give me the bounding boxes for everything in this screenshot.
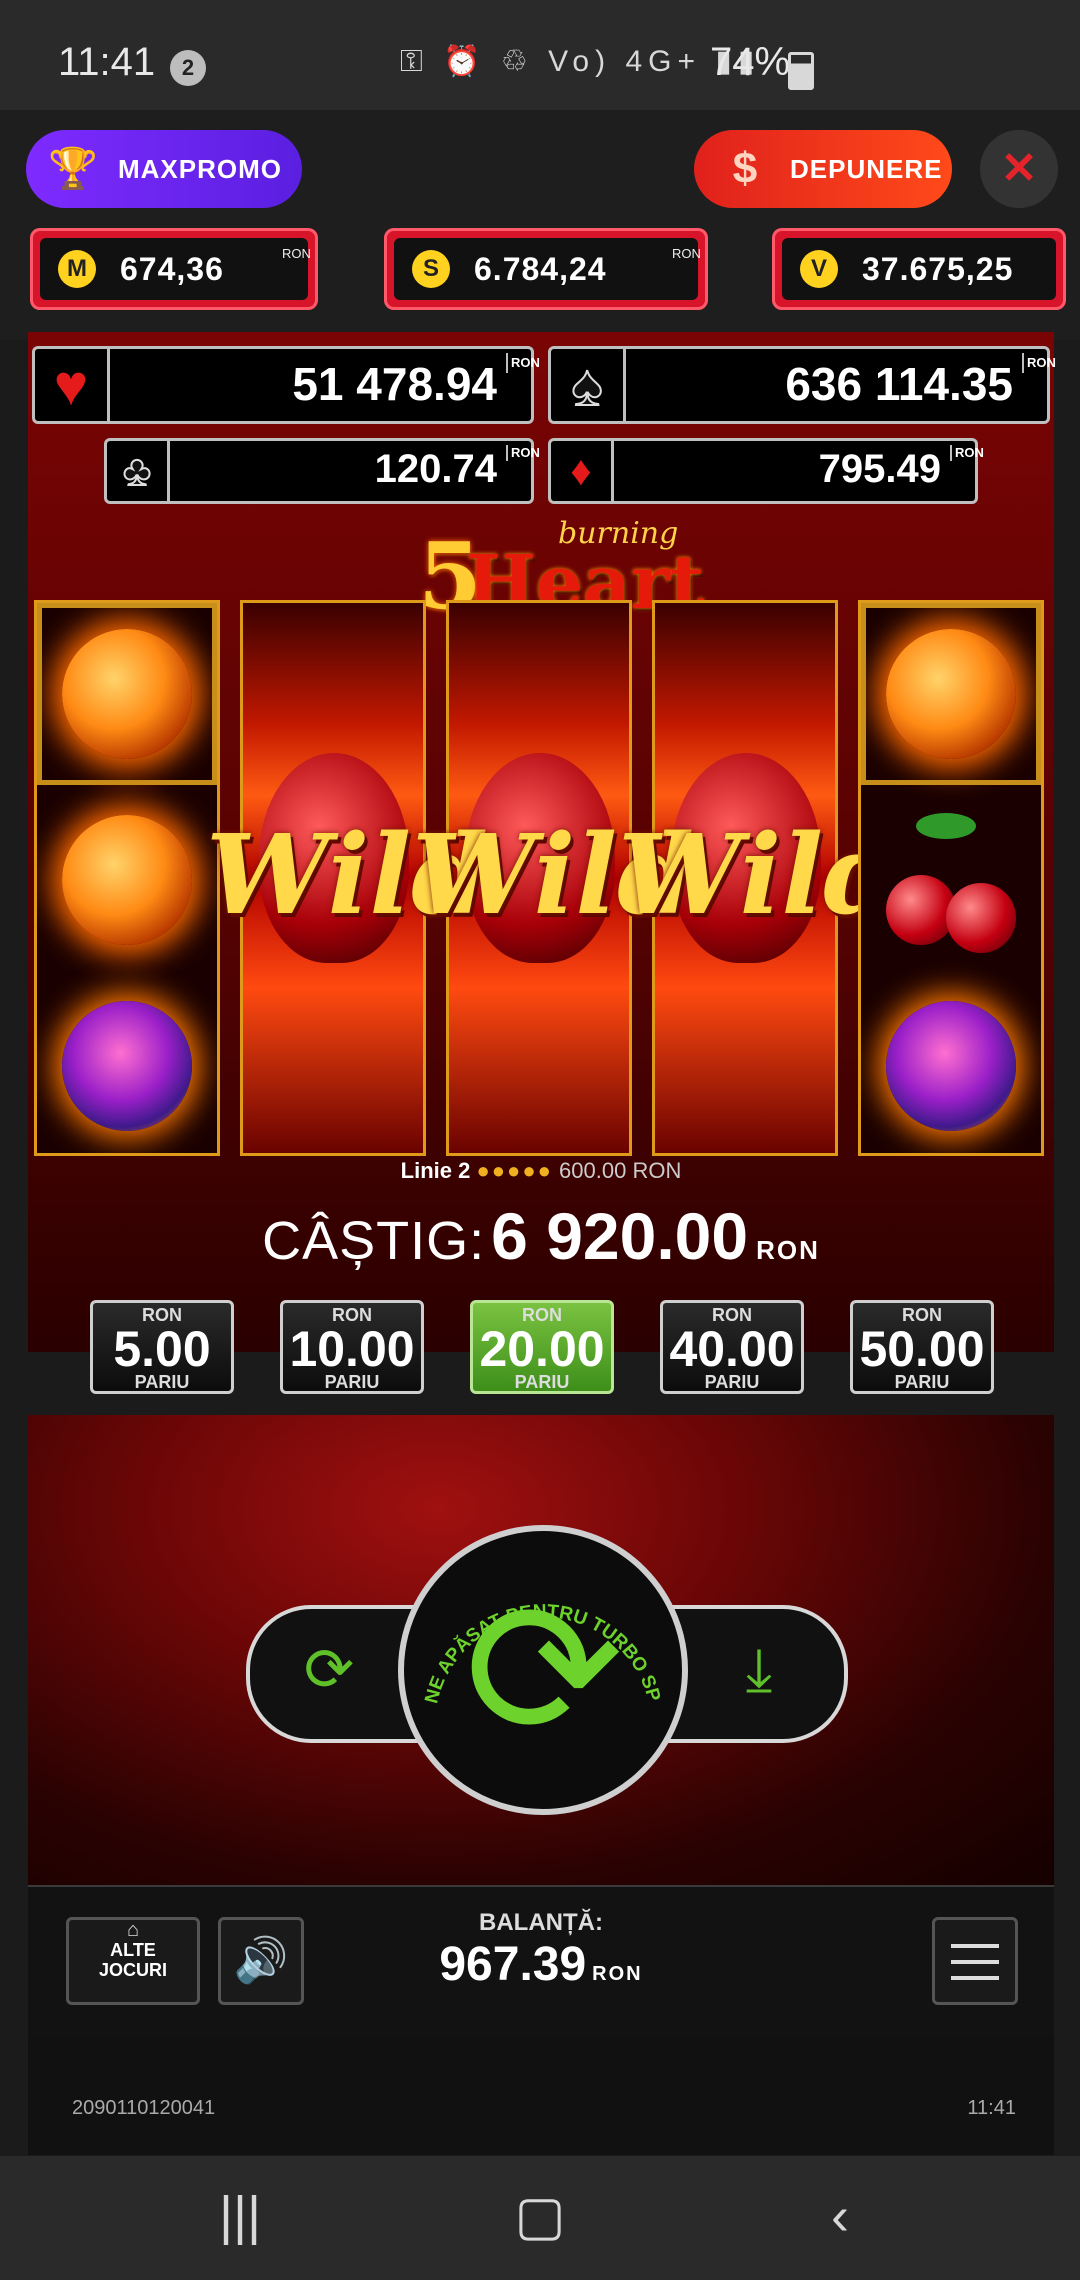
jackpot-spade-currency: RON bbox=[1022, 353, 1056, 373]
turbo-spin-hint-text: ȚINE APĂSAT PENTRU TURBO SPIN bbox=[398, 1525, 664, 1706]
jackpot-heart-currency: RON bbox=[506, 353, 540, 373]
jackpot-m-currency: RON bbox=[282, 246, 311, 261]
jackpot-diamond: ♦ 795.49 RON bbox=[548, 438, 984, 504]
jackpot-spade-value: 636 114.35 bbox=[785, 358, 1013, 410]
symbol-grapes bbox=[861, 975, 1041, 1153]
site-top-bar: 🏆 MAXPROMO $ DEPUNERE ✕ M 674,36 RON S 6… bbox=[0, 110, 1080, 340]
bet-amount: 10.00 bbox=[289, 1321, 415, 1377]
jackpot-m[interactable]: M 674,36 RON bbox=[30, 228, 318, 310]
win-line-amount: 600.00 bbox=[559, 1158, 627, 1183]
win-line-info: Linie 2 ●●●●● 600.00 RON bbox=[28, 1158, 1054, 1184]
jackpot-s[interactable]: S 6.784,24 RON bbox=[384, 228, 708, 310]
coin-s-icon: S bbox=[412, 250, 450, 288]
notification-count-badge: 2 bbox=[170, 50, 206, 86]
jackpot-club-currency: RON bbox=[506, 445, 540, 461]
jackpot-v-value: 37.675,25 bbox=[862, 250, 1014, 287]
bottom-bar: ⌂ ALTE JOCURI 🔊 BALANȚĂ: 967.39 RON bbox=[28, 1885, 1054, 2039]
jackpot-m-value: 674,36 bbox=[120, 250, 224, 287]
win-currency: RON bbox=[756, 1235, 820, 1265]
spade-icon: ♠ bbox=[551, 349, 626, 421]
jackpot-heart: ♥ 51 478.94 RON bbox=[32, 346, 540, 424]
bet-5-button[interactable]: RON 5.00 PARIU bbox=[90, 1300, 234, 1394]
bet-20-button[interactable]: RON 20.00 PARIU bbox=[470, 1300, 614, 1394]
win-line-currency: RON bbox=[632, 1158, 682, 1183]
session-id: 2090110120041 bbox=[72, 2097, 216, 2119]
symbol-cherry bbox=[861, 789, 1041, 971]
heart-icon: ♥ bbox=[35, 349, 110, 421]
spin-controls: ⟳ ⤓ ⟳ ȚINE APĂSAT PENTRU TURBO SPIN bbox=[28, 1415, 1054, 1885]
menu-icon[interactable] bbox=[932, 1917, 1018, 2005]
trophy-icon: 🏆 bbox=[48, 147, 98, 191]
bet-amount: 20.00 bbox=[479, 1321, 605, 1377]
balance-currency: RON bbox=[592, 1963, 643, 1985]
balance-value: 967.39 bbox=[439, 1938, 587, 1991]
recent-apps-icon[interactable]: ||| bbox=[190, 2186, 290, 2246]
balance: BALANȚĂ: 967.39 RON bbox=[28, 1909, 1054, 1992]
bet-40-button[interactable]: RON 40.00 PARIU bbox=[660, 1300, 804, 1394]
bet-selector: RON 5.00 PARIU RON 10.00 PARIU RON 20.00… bbox=[28, 1300, 1054, 1396]
club-icon: ♣ bbox=[107, 441, 170, 501]
jackpot-club-value: 120.74 bbox=[374, 447, 497, 491]
slot-game: ♥ 51 478.94 RON ♠ 636 114.35 RON ♣ 120.7… bbox=[28, 332, 1056, 1394]
deposit-label: DEPUNERE bbox=[790, 153, 943, 184]
status-icons: ⚿ ⏰ ♲ Vo) 4G+ ▮▮ bbox=[400, 45, 761, 78]
jackpot-club: ♣ 120.74 RON bbox=[104, 438, 540, 504]
win-label: CÂȘTIG: bbox=[262, 1211, 486, 1271]
coin-m-icon: M bbox=[58, 250, 96, 288]
bet-50-button[interactable]: RON 50.00 PARIU bbox=[850, 1300, 994, 1394]
bet-amount: 5.00 bbox=[113, 1321, 211, 1377]
jackpot-s-currency: RON bbox=[672, 246, 701, 261]
jackpot-s-value: 6.784,24 bbox=[474, 250, 607, 287]
home-icon[interactable]: ▢ bbox=[490, 2186, 590, 2246]
dollar-icon: $ bbox=[732, 144, 758, 193]
turbo-spin-hint: ȚINE APĂSAT PENTRU TURBO SPIN bbox=[398, 1525, 664, 1706]
jackpot-spade: ♠ 636 114.35 RON bbox=[548, 346, 1056, 424]
battery-percent: 74% bbox=[710, 40, 791, 84]
coin-v-icon: V bbox=[800, 250, 838, 288]
win-display: CÂȘTIG:6 920.00 RON bbox=[28, 1198, 1054, 1274]
footer-time: 11:41 bbox=[967, 2097, 1016, 2119]
reel-5 bbox=[858, 600, 1044, 1156]
download-icon[interactable]: ⤓ bbox=[714, 1625, 804, 1715]
maxpromo-label: MAXPROMO bbox=[118, 153, 282, 184]
win-frame bbox=[37, 603, 217, 785]
win-line-label: Linie 2 bbox=[400, 1158, 471, 1183]
jackpot-v[interactable]: V 37.675,25 bbox=[772, 228, 1066, 310]
jackpot-heart-value: 51 478.94 bbox=[292, 358, 497, 410]
win-value: 6 920.00 bbox=[491, 1199, 749, 1273]
back-icon[interactable]: ‹ bbox=[790, 2186, 890, 2246]
symbol-orange bbox=[37, 789, 217, 971]
balance-label: BALANȚĂ: bbox=[479, 1909, 603, 1936]
jackpot-diamond-currency: RON bbox=[950, 445, 984, 461]
battery-icon bbox=[788, 52, 814, 90]
autoplay-icon[interactable]: ⟳ bbox=[284, 1625, 374, 1715]
reels: Wild Wild Wild bbox=[28, 600, 1054, 1160]
bet-10-button[interactable]: RON 10.00 PARIU bbox=[280, 1300, 424, 1394]
jackpot-diamond-value: 795.49 bbox=[818, 447, 941, 491]
deposit-button[interactable]: $ DEPUNERE bbox=[694, 130, 952, 208]
diamond-icon: ♦ bbox=[551, 441, 614, 501]
symbol-grapes bbox=[37, 975, 217, 1153]
android-nav-bar: ||| ▢ ‹ bbox=[0, 2156, 1080, 2280]
bet-amount: 40.00 bbox=[669, 1321, 795, 1377]
close-icon[interactable]: ✕ bbox=[980, 130, 1058, 208]
status-bar: 11:41 2 ⚿ ⏰ ♲ Vo) 4G+ ▮▮ 74% bbox=[0, 0, 1080, 110]
win-line-coins: ●●●●● bbox=[476, 1158, 553, 1183]
win-frame bbox=[861, 603, 1041, 785]
reel-1 bbox=[34, 600, 220, 1156]
status-time: 11:41 bbox=[58, 40, 156, 84]
game-footer: 2090110120041 11:41 bbox=[28, 2035, 1054, 2155]
svg-text:ȚINE APĂSAT PENTRU TURBO SPIN: ȚINE APĂSAT PENTRU TURBO SPIN bbox=[398, 1525, 664, 1706]
maxpromo-button[interactable]: 🏆 MAXPROMO bbox=[26, 130, 302, 208]
bet-amount: 50.00 bbox=[859, 1321, 985, 1377]
